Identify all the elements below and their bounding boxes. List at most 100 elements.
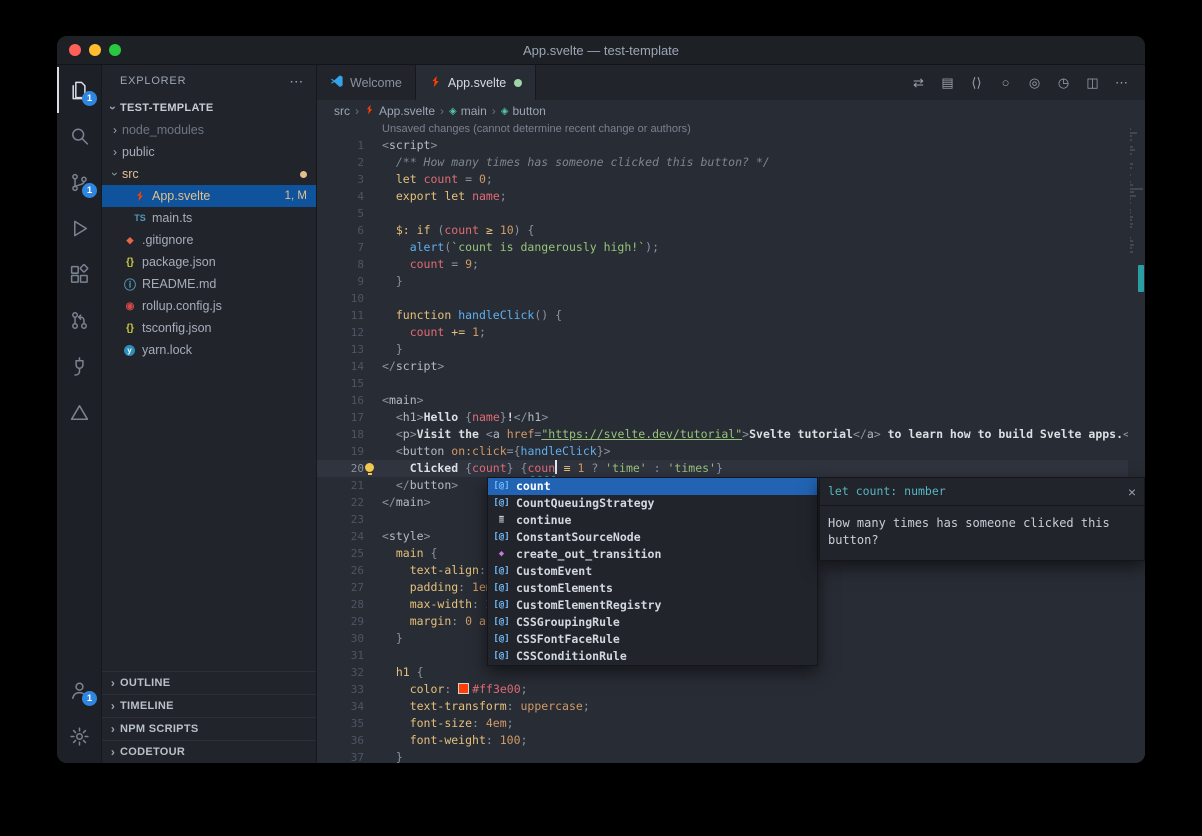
- chevron-down-icon: ›: [108, 167, 122, 181]
- code-line-7[interactable]: 7 alert(`count is dangerously high!`);: [317, 239, 1145, 256]
- suggestion-create_out_transition[interactable]: ◆create_out_transition: [488, 546, 817, 563]
- breadcrumb-button[interactable]: ◈button: [501, 104, 546, 118]
- line-number: 25: [317, 545, 382, 562]
- file-item-main.ts[interactable]: TSmain.ts: [102, 207, 316, 229]
- code-line-33[interactable]: 33 color: #ff3e00;: [317, 681, 1145, 698]
- file-item-yarn.lock[interactable]: yyarn.lock: [102, 339, 316, 361]
- sidebar-panel-npm-scripts[interactable]: ›NPM SCRIPTS: [102, 717, 316, 740]
- github-pull-requests-icon[interactable]: [57, 297, 101, 343]
- minimap-bar: [1130, 212, 1131, 214]
- codetour-icon[interactable]: [57, 389, 101, 435]
- file-item-README.md[interactable]: ⓘREADME.md: [102, 273, 316, 295]
- line-number: 11: [317, 307, 382, 324]
- code-line-6[interactable]: 6 $: if (count ≥ 10) {: [317, 222, 1145, 239]
- suggestion-CSSFontFaceRule[interactable]: [@]CSSFontFaceRule: [488, 631, 817, 648]
- code-line-13[interactable]: 13 }: [317, 341, 1145, 358]
- file-item-src[interactable]: ›src: [102, 163, 316, 185]
- code-line-5[interactable]: 5: [317, 205, 1145, 222]
- code-line-37[interactable]: 37 }: [317, 749, 1145, 763]
- code-line-11[interactable]: 11 function handleClick() {: [317, 307, 1145, 324]
- code-line-15[interactable]: 15: [317, 375, 1145, 392]
- compare-changes-icon[interactable]: ⇄: [905, 70, 932, 96]
- sidebar-panel-timeline[interactable]: ›TIMELINE: [102, 694, 316, 717]
- symbol-variable-icon: [@]: [493, 597, 510, 614]
- code-line-17[interactable]: 17 <h1>Hello {name}!</h1>: [317, 409, 1145, 426]
- suggestion-count[interactable]: [@]count: [488, 478, 817, 495]
- sidebar-panel-codetour[interactable]: ›CODETOUR: [102, 740, 316, 763]
- file-item-App.svelte[interactable]: App.svelte1, M: [102, 185, 316, 207]
- code-line-10[interactable]: 10: [317, 290, 1145, 307]
- code-line-19[interactable]: 19 <button on:click={handleClick}>: [317, 443, 1145, 460]
- file-item-package.json[interactable]: {}package.json: [102, 251, 316, 273]
- minimize-window-button[interactable]: [89, 44, 101, 56]
- code-line-3[interactable]: 3 let count = 0;: [317, 171, 1145, 188]
- sidebar-panel-outline[interactable]: ›OUTLINE: [102, 671, 316, 694]
- suggestion-CSSConditionRule[interactable]: [@]CSSConditionRule: [488, 648, 817, 665]
- extensions-icon[interactable]: [57, 251, 101, 297]
- run-debug-icon[interactable]: [57, 205, 101, 251]
- settings-icon[interactable]: [57, 713, 101, 759]
- line-number: 34: [317, 698, 382, 715]
- code-editor[interactable]: Unsaved changes (cannot determine recent…: [317, 122, 1145, 763]
- tab-app-svelte[interactable]: App.svelte: [416, 65, 536, 100]
- file-item-public[interactable]: ›public: [102, 141, 316, 163]
- minimap[interactable]: [1128, 122, 1145, 763]
- code-line-36[interactable]: 36 font-weight: 100;: [317, 732, 1145, 749]
- close-icon[interactable]: ×: [1128, 487, 1136, 497]
- explorer-icon[interactable]: 1: [57, 67, 101, 113]
- code-line-1[interactable]: 1<script>: [317, 137, 1145, 154]
- file-item-rollup.config.js[interactable]: ◉rollup.config.js: [102, 295, 316, 317]
- sidebar-title: EXPLORER: [120, 75, 186, 87]
- suggestion-CSSGroupingRule[interactable]: [@]CSSGroupingRule: [488, 614, 817, 631]
- split-editor-icon[interactable]: ◫: [1079, 70, 1106, 96]
- suggestion-continue[interactable]: ≣continue: [488, 512, 817, 529]
- search-icon[interactable]: [57, 113, 101, 159]
- remote-explorer-icon[interactable]: [57, 343, 101, 389]
- file-item-node_modules[interactable]: ›node_modules: [102, 119, 316, 141]
- code-line-16[interactable]: 16<main>: [317, 392, 1145, 409]
- code-navigation-icon[interactable]: ⟨⟩: [963, 70, 990, 96]
- suggestion-CountQueuingStrategy[interactable]: [@]CountQueuingStrategy: [488, 495, 817, 512]
- rollup-file-icon: ◉: [122, 301, 138, 312]
- code-line-2[interactable]: 2 /** How many times has someone clicked…: [317, 154, 1145, 171]
- breadcrumb-app-svelte[interactable]: App.svelte: [364, 104, 435, 118]
- code-line-20[interactable]: 20 Clicked {count} {coun ≡ 1 ? 'time' : …: [317, 460, 1145, 477]
- tab-welcome[interactable]: Welcome: [317, 65, 416, 100]
- codelens-annotation: Unsaved changes (cannot determine recent…: [317, 122, 1145, 137]
- zoom-window-button[interactable]: [109, 44, 121, 56]
- code-line-34[interactable]: 34 text-transform: uppercase;: [317, 698, 1145, 715]
- more-actions-icon[interactable]: ⋯: [1108, 70, 1135, 96]
- code-line-9[interactable]: 9 }: [317, 273, 1145, 290]
- code-line-14[interactable]: 14</script>: [317, 358, 1145, 375]
- chevron-right-icon: ›: [108, 145, 122, 159]
- run-circle-icon[interactable]: ○: [992, 70, 1019, 96]
- sync-circle-icon[interactable]: ◎: [1021, 70, 1048, 96]
- tab-bar: WelcomeApp.svelte ⇄▤⟨⟩○◎◷◫⋯: [317, 65, 1145, 100]
- lightbulb-icon[interactable]: [365, 463, 374, 472]
- breadcrumb-main[interactable]: ◈main: [449, 104, 487, 118]
- breadcrumb-src[interactable]: src: [334, 104, 350, 118]
- file-item-.gitignore[interactable]: ◆.gitignore: [102, 229, 316, 251]
- code-line-12[interactable]: 12 count += 1;: [317, 324, 1145, 341]
- open-preview-icon[interactable]: ▤: [934, 70, 961, 96]
- line-number: 24: [317, 528, 382, 545]
- code-line-35[interactable]: 35 font-size: 4em;: [317, 715, 1145, 732]
- titlebar[interactable]: App.svelte — test-template: [57, 36, 1145, 65]
- timeline-icon[interactable]: ◷: [1050, 70, 1077, 96]
- suggestion-CustomElementRegistry[interactable]: [@]CustomElementRegistry: [488, 597, 817, 614]
- file-item-tsconfig.json[interactable]: {}tsconfig.json: [102, 317, 316, 339]
- workspace-section-header[interactable]: › TEST-TEMPLATE: [102, 97, 316, 119]
- line-number: 36: [317, 732, 382, 749]
- sidebar-more-actions-icon[interactable]: ⋯: [289, 73, 304, 90]
- suggestion-ConstantSourceNode[interactable]: [@]ConstantSourceNode: [488, 529, 817, 546]
- suggestion-customElements[interactable]: [@]customElements: [488, 580, 817, 597]
- code-line-32[interactable]: 32 h1 {: [317, 664, 1145, 681]
- source-control-icon[interactable]: 1: [57, 159, 101, 205]
- code-line-18[interactable]: 18 <p>Visit the <a href="https://svelte.…: [317, 426, 1145, 443]
- code-line-8[interactable]: 8 count = 9;: [317, 256, 1145, 273]
- code-line-4[interactable]: 4 export let name;: [317, 188, 1145, 205]
- suggestion-CustomEvent[interactable]: [@]CustomEvent: [488, 563, 817, 580]
- chevron-right-icon: ›: [106, 745, 120, 759]
- accounts-icon[interactable]: 1: [57, 667, 101, 713]
- close-window-button[interactable]: [69, 44, 81, 56]
